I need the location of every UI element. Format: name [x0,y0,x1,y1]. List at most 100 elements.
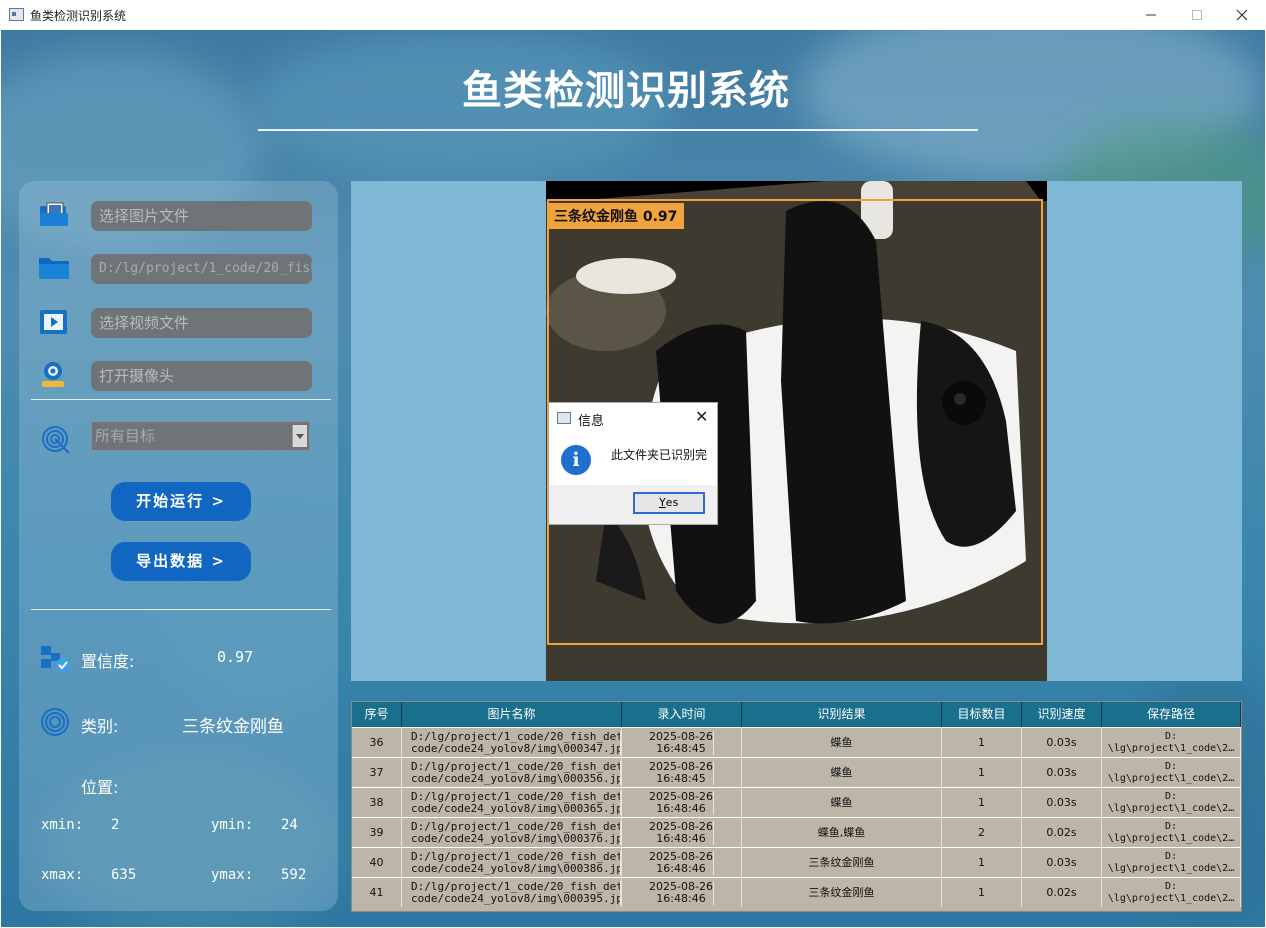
close-button[interactable] [1219,0,1265,30]
chevron-down-icon[interactable] [292,425,307,447]
table-header: 序号 图片名称 录入时间 识别结果 目标数目 识别速度 保存路径 [352,702,1241,727]
cell-date: 2025-08-26 [649,790,713,803]
cell-index: 37 [352,758,402,787]
target-select[interactable]: 所有目标 [91,421,310,451]
table-row[interactable]: 40 D:/lg/project/1_code/20_fish_det/code/… [352,847,1241,877]
cell-save-path: D: \lg\project\1_code\2… [1102,758,1241,787]
cell-index-text: 39 [369,825,384,839]
video-file-field[interactable]: 选择视频文件 [91,308,312,338]
table-row[interactable]: 38 D:/lg/project/1_code/20_fish_det/code/… [352,787,1241,817]
xmin-label: xmin: [41,817,84,833]
cell-clock: 16:48:46 [656,831,706,845]
col-header-time[interactable]: 录入时间 [622,702,742,727]
cell-result-text: 蝶鱼,蝶鱼 [817,825,866,839]
start-run-button[interactable]: 开始运行 > [111,482,251,521]
cell-image-name: D:/lg/project/1_code/20_fish_det/code/co… [402,848,622,877]
maximize-button[interactable] [1174,0,1220,30]
cell-count: 1 [942,848,1022,877]
cell-speed: 0.03s [1022,728,1102,757]
cell-date: 2025-08-26 [649,760,713,773]
cell-index: 41 [352,878,402,907]
image-file-icon[interactable] [38,201,70,229]
confidence-icon [41,646,70,672]
cell-image-name: D:/lg/project/1_code/20_fish_det/code/co… [402,728,622,757]
app-icon [9,8,24,21]
cell-path-line-2: code/code24_yolov8/img\000386.jpg [411,861,621,875]
col-header-speed[interactable]: 识别速度 [1022,702,1102,727]
dialog-message: 此文件夹已识别完 [611,448,708,462]
cell-time: 2025-08-26 16:48:45 [622,728,742,757]
cell-image-name: D:/lg/project/1_code/20_fish_det/code/co… [402,878,622,907]
table-row[interactable]: 39 D:/lg/project/1_code/20_fish_det/code/… [352,817,1241,847]
table-row[interactable]: 41 D:/lg/project/1_code/20_fish_det/code/… [352,877,1241,907]
confidence-value: 0.97 [217,648,254,666]
dialog-close-icon[interactable]: ✕ [695,407,708,426]
cell-image-name: D:/lg/project/1_code/20_fish_det/code/co… [402,788,622,817]
table-row[interactable]: 37 D:/lg/project/1_code/20_fish_det/code/… [352,757,1241,787]
cell-count-text: 1 [978,795,985,809]
camera-icon[interactable] [38,360,70,388]
dialog-yes-button[interactable]: Yes [633,492,705,514]
video-file-icon[interactable] [38,308,70,336]
category-value: 三条纹金刚鱼 [182,717,284,737]
minimize-button[interactable] [1128,0,1174,30]
export-data-button[interactable]: 导出数据 > [111,542,251,581]
col-header-save-path[interactable]: 保存路径 [1102,702,1241,727]
ymin-value: 24 [281,817,298,833]
table-row[interactable]: 36 D:/lg/project/1_code/20_fish_det/code/… [352,727,1241,757]
position-label: 位置: [81,778,119,797]
cell-path-line-2: code/code24_yolov8/img\000365.jpg [411,801,621,815]
title-bar: 鱼类检测识别系统 [0,0,1266,30]
ymax-label: ymax: [211,867,254,883]
cell-save-line-1: D: [1164,730,1178,742]
cell-save-line-2: \lg\project\1_code\2… [1107,742,1235,754]
cell-save-path: D: \lg\project\1_code\2… [1102,848,1241,877]
cell-index-text: 37 [369,765,384,779]
cell-path-line-2: code/code24_yolov8/img\000347.jpg [411,741,621,755]
xmax-value: 635 [111,867,137,883]
title-divider [258,129,978,131]
cell-result-text: 蝶鱼 [830,765,853,779]
folder-icon[interactable] [38,254,70,282]
detection-label: 三条纹金刚鱼 0.97 [547,203,685,229]
close-icon [1236,9,1248,21]
col-header-result[interactable]: 识别结果 [742,702,942,727]
xmax-label: xmax: [41,867,84,883]
cell-speed-text: 0.03s [1046,735,1077,749]
cell-save-path: D: \lg\project\1_code\2… [1102,818,1241,847]
cell-count-text: 1 [978,765,985,779]
cell-path-line-1: D:/lg/project/1_code/20_fish_det/ [411,790,621,803]
confidence-label: 置信度: [81,652,135,671]
cell-speed-text: 0.02s [1046,885,1077,899]
col-header-image-name[interactable]: 图片名称 [402,702,622,727]
camera-field[interactable]: 打开摄像头 [91,361,312,391]
cell-count: 1 [942,728,1022,757]
cell-speed: 0.03s [1022,758,1102,787]
cell-path-line-1: D:/lg/project/1_code/20_fish_det/ [411,730,621,743]
cell-path-line-2: code/code24_yolov8/img\000395.jpg [411,891,621,905]
cell-date: 2025-08-26 [649,880,713,893]
cell-clock: 16:48:45 [656,771,706,785]
results-table[interactable]: 序号 图片名称 录入时间 识别结果 目标数目 识别速度 保存路径 36 D:/lg… [351,701,1242,912]
folder-path-field[interactable]: D:/lg/project/1_code/20_fish_det [91,254,312,284]
cell-clock: 16:48:46 [656,891,706,905]
col-header-count[interactable]: 目标数目 [942,702,1022,727]
info-icon: i [561,445,591,475]
col-header-index[interactable]: 序号 [352,702,402,727]
cell-result: 三条纹金刚鱼 [742,878,942,907]
cell-clock: 16:48:45 [656,741,706,755]
minimize-icon [1146,14,1156,16]
cell-result-text: 三条纹金刚鱼 [808,885,875,899]
cell-speed-text: 0.02s [1046,825,1077,839]
category-label: 类别: [81,717,119,736]
panel-divider-2 [31,609,331,610]
ymin-label: ymin: [211,817,254,833]
cell-result: 三条纹金刚鱼 [742,848,942,877]
info-dialog: 信息 ✕ i 此文件夹已识别完 Yes [548,402,718,525]
cell-time: 2025-08-26 16:48:45 [622,758,742,787]
cell-save-line-2: \lg\project\1_code\2… [1107,892,1235,904]
image-file-field[interactable]: 选择图片文件 [91,201,312,231]
cell-count-text: 2 [978,825,985,839]
cell-time: 2025-08-26 16:48:46 [622,788,742,817]
cell-save-path: D: \lg\project\1_code\2… [1102,878,1241,907]
